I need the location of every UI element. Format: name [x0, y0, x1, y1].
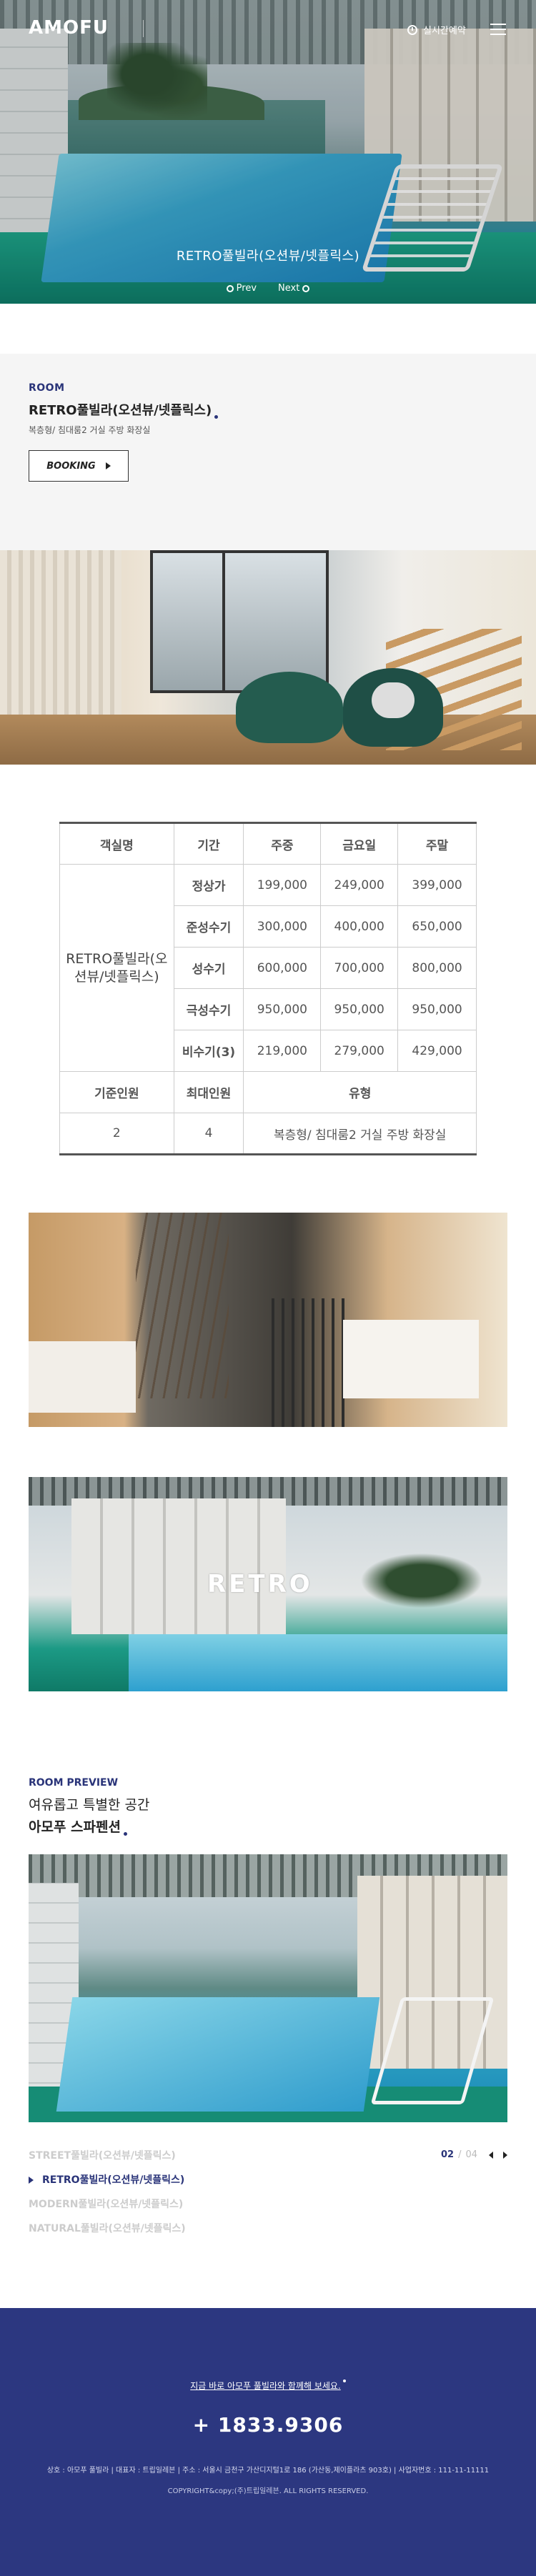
col-weekday: 주중: [243, 822, 322, 865]
preview-section-label: ROOM PREVIEW: [29, 1777, 119, 1789]
preview-room-list: STREET풀빌라(오션뷰/넷플릭스) RETRO풀빌라(오션뷰/넷플릭스) M…: [29, 2144, 507, 2241]
page: AMOFU 실시간예약 RETRO풀빌라(오션뷰/넷플릭스) Prev Next…: [0, 0, 536, 2576]
preview-title-line1: 여유롭고 특별한 공간: [29, 1797, 150, 1813]
hero-navigation: Prev Next: [0, 283, 536, 294]
pager-total: 04: [465, 2149, 477, 2160]
footer-business-info: 상호 : 아모푸 풀빌라 | 대표자 : 트립일레븐 | 주소 : 서울시 금천…: [46, 2467, 490, 2475]
room-preview: ROOM PREVIEW 여유롭고 특별한 공간 아모푸 스파펜션 STREET…: [0, 1691, 536, 2251]
hero-slider: AMOFU 실시간예약 RETRO풀빌라(오션뷰/넷플릭스) Prev Next: [0, 0, 536, 304]
price-table: 객실명 기간 주중 금요일 주말 RETRO풀빌라(오션뷰/넷플릭스) 정상가 …: [59, 822, 477, 1155]
room-name-cell: RETRO풀빌라(오션뷰/넷플릭스): [59, 864, 174, 1072]
table-row: RETRO풀빌라(오션뷰/넷플릭스) 정상가 199,000 249,000 3…: [59, 864, 477, 1072]
capacity-header-row: 기준인원 최대인원 유형: [59, 1071, 477, 1113]
pager-separator: /: [458, 2149, 462, 2160]
col-weekend: 주말: [397, 822, 477, 865]
pool-retro-photo: RETRO: [29, 1477, 507, 1691]
preview-title-line2: 아모푸 스파펜션: [29, 1816, 507, 1836]
col-room-name: 객실명: [59, 822, 174, 865]
dot-icon: [123, 1832, 127, 1836]
room-description: 복층형/ 침대룸2 거실 주방 화장실: [29, 425, 151, 435]
col-period: 기간: [173, 822, 244, 865]
next-icon: [302, 284, 310, 292]
header-divider: [143, 20, 144, 37]
bean-bag-left: [236, 672, 343, 743]
retro-sign: RETRO: [207, 1570, 313, 1598]
interior-photo: [0, 550, 536, 765]
bedroom-photo: [29, 1213, 507, 1427]
preview-pager: 02 / 04: [441, 2149, 507, 2160]
footer-cta-link[interactable]: 지금 바로 아모푸 풀빌라와 함께해 보세요.: [0, 2308, 536, 2392]
window: [150, 550, 329, 693]
footer-phone[interactable]: + 1833.9306: [0, 2413, 536, 2437]
room-section-label: ROOM: [29, 382, 65, 394]
preview-room-list-wrap: STREET풀빌라(오션뷰/넷플릭스) RETRO풀빌라(오션뷰/넷플릭스) M…: [29, 2144, 507, 2251]
capacity-row: 2 4 복층형/ 침대룸2 거실 주방 화장실: [59, 1113, 477, 1155]
dot-icon: [214, 415, 219, 419]
booking-label: BOOKING: [46, 460, 96, 472]
bean-bag-right: [343, 668, 443, 747]
hamburger-menu-icon[interactable]: [490, 24, 506, 35]
reserve-label: 실시간예약: [423, 26, 466, 36]
site-logo[interactable]: AMOFU: [29, 17, 109, 39]
dot-icon: [342, 2379, 346, 2382]
room-list-item-street[interactable]: STREET풀빌라(오션뷰/넷플릭스): [29, 2144, 507, 2168]
hero-next-button[interactable]: Next: [278, 283, 310, 294]
footer-copyright: COPYRIGHT&copy;(주)트립일레븐. ALL RIGHTS RESE…: [167, 2487, 369, 2495]
booking-button[interactable]: BOOKING: [29, 450, 129, 482]
room-info: ROOM RETRO풀빌라(오션뷰/넷플릭스) 복층형/ 침대룸2 거실 주방 …: [0, 354, 536, 550]
next-arrow-icon[interactable]: [503, 2151, 507, 2159]
top-bar: AMOFU 실시간예약: [0, 0, 536, 57]
pager-current: 02: [440, 2149, 455, 2160]
room-list-item-modern[interactable]: MODERN풀빌라(오션뷰/넷플릭스): [29, 2192, 507, 2217]
price-table-header: 객실명 기간 주중 금요일 주말: [59, 822, 477, 865]
clock-icon: [407, 24, 417, 35]
footer: 지금 바로 아모푸 풀빌라와 함께해 보세요. + 1833.9306 상호 :…: [0, 2308, 536, 2576]
prev-icon: [226, 284, 234, 292]
hero-caption: RETRO풀빌라(오션뷰/넷플릭스): [176, 249, 360, 264]
room-list-item-natural[interactable]: NATURAL풀빌라(오션뷰/넷플릭스): [29, 2217, 507, 2241]
col-friday: 금요일: [320, 822, 399, 865]
hero-prev-button[interactable]: Prev: [226, 283, 257, 294]
realtime-reservation-link[interactable]: 실시간예약: [407, 23, 466, 36]
arrow-right-icon: [105, 462, 111, 469]
preview-photo: [29, 1854, 507, 2122]
prev-arrow-icon[interactable]: [489, 2151, 493, 2159]
price-section: 객실명 기간 주중 금요일 주말 RETRO풀빌라(오션뷰/넷플릭스) 정상가 …: [0, 765, 536, 1213]
photo-gallery: RETRO: [0, 1213, 536, 1691]
room-name: RETRO풀빌라(오션뷰/넷플릭스): [29, 400, 219, 419]
room-list-item-retro[interactable]: RETRO풀빌라(오션뷰/넷플릭스): [29, 2168, 507, 2192]
